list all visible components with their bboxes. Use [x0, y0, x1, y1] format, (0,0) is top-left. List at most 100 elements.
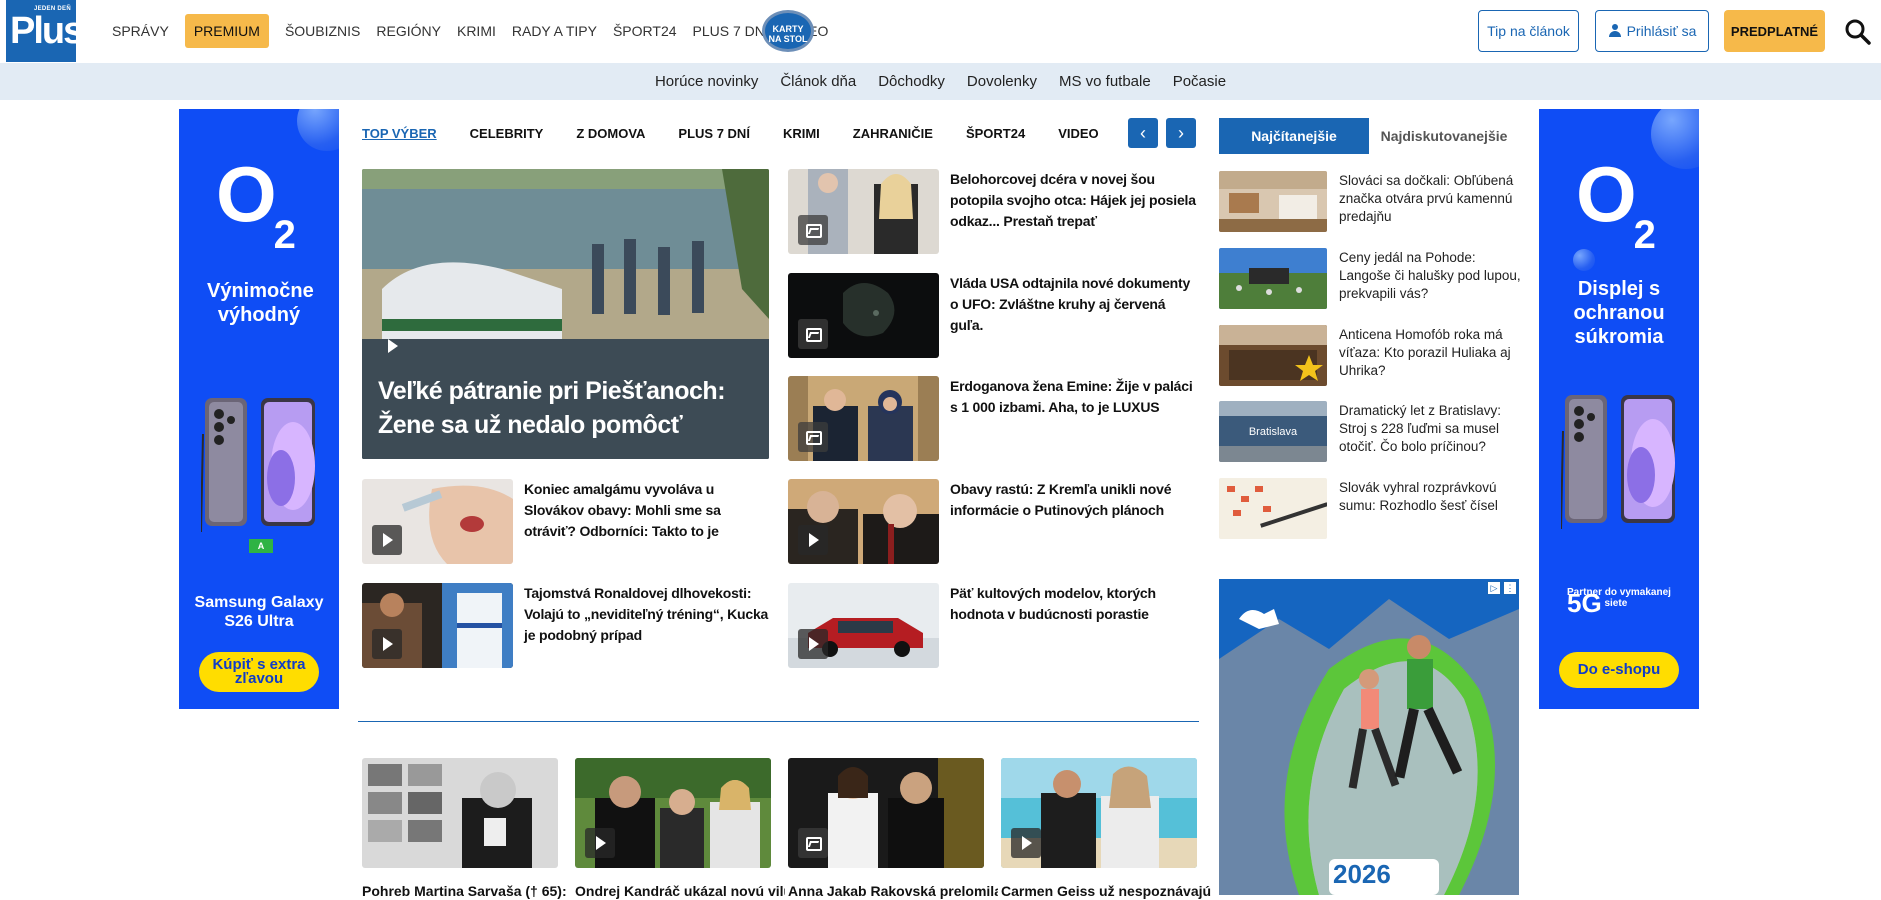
ad-right-o2[interactable]: O2 Displej s ochranou súkromia Partner d… — [1539, 109, 1699, 709]
subnav-clanok-dna[interactable]: Článok dňa — [780, 73, 856, 90]
nav-krimi[interactable]: KRIMI — [457, 23, 496, 39]
nav-sport24[interactable]: ŠPORT24 — [613, 23, 677, 39]
video-badge-icon — [1011, 828, 1041, 858]
article-title: Pohreb Martina Sarvaša († 65): — [362, 883, 567, 899]
video-badge-icon — [372, 629, 402, 659]
subnav-pocasie[interactable]: Počasie — [1173, 73, 1226, 90]
nav-spravy[interactable]: SPRÁVY — [112, 23, 169, 39]
article-title: Belohorcovej dcéra v novej šou potopila … — [950, 171, 1196, 229]
sidebar-article[interactable]: Slováci sa dočkali: Obľúbená značka otvá… — [1219, 171, 1519, 237]
tab-sport24[interactable]: ŠPORT24 — [966, 126, 1025, 141]
video-badge-icon — [585, 828, 615, 858]
category-tabs: TOP VÝBER CELEBRITY Z DOMOVA PLUS 7 DNÍ … — [362, 122, 1132, 144]
airport-sign-text: Bratislava — [1249, 426, 1298, 438]
article-card[interactable]: Koniec amalgámu vyvoláva u Slovákov obav… — [362, 479, 772, 569]
article-title: Anna Jakab Rakovská prelomila — [788, 883, 998, 899]
subscribe-button[interactable]: PREDPLATNÉ — [1724, 10, 1825, 52]
subnav-ms-vo-futbale[interactable]: MS vo futbale — [1059, 73, 1151, 90]
ad-partner-5g: Partner do vymakanej 5G siete — [1567, 587, 1671, 618]
tab-z-domova[interactable]: Z DOMOVA — [576, 126, 645, 141]
article-card[interactable]: Tajomstvá Ronaldovej dlhovekosti: Volajú… — [362, 583, 772, 673]
sidebar-thumb: Bratislava — [1219, 401, 1327, 462]
karty-na-stol-logo[interactable]: KARTY NA STOL — [762, 10, 814, 52]
ad-bubble — [1651, 109, 1699, 169]
gallery-icon — [798, 215, 828, 245]
user-icon — [1608, 24, 1622, 38]
sidebar-article-title: Slovák vyhral rozprávkovú sumu: Rozhodlo… — [1339, 480, 1498, 513]
subnav-horuce-novinky[interactable]: Horúce novinky — [655, 73, 758, 90]
article-title: Päť kultových modelov, ktorých hodnota v… — [950, 585, 1156, 622]
ad-running-banner[interactable]: ▷ ⋮ 2026 — [1219, 579, 1519, 895]
o2-logo: O2 — [216, 150, 296, 257]
article-title: Obavy rastú: Z Kremľa unikli nové inform… — [950, 481, 1172, 518]
nav-soubiznis[interactable]: ŠOUBIZNIS — [285, 23, 360, 39]
article-title: Koniec amalgámu vyvoláva u Slovákov obav… — [524, 481, 721, 539]
video-badge-icon — [372, 525, 402, 555]
energy-label: A — [249, 539, 273, 553]
phone-image — [1561, 395, 1675, 530]
sidebar-article[interactable]: Ceny jedál na Pohode: Langoše či halušky… — [1219, 248, 1521, 314]
ad-cta-button[interactable]: Kúpiť s extra zľavou — [199, 652, 319, 692]
article-card[interactable]: Päť kultových modelov, ktorých hodnota v… — [788, 583, 1198, 673]
sidebar-article-title: Slováci sa dočkali: Obľúbená značka otvá… — [1339, 173, 1514, 224]
search-icon[interactable] — [1845, 19, 1871, 45]
tab-najcitanejsie[interactable]: Najčítanejšie — [1219, 118, 1369, 154]
site-header: JEDEN DEŇ Plus SPRÁVY PREMIUM ŠOUBIZNIS … — [0, 0, 1881, 63]
sidebar-thumb — [1219, 478, 1327, 539]
article-thumb — [362, 758, 558, 868]
article-card[interactable]: Belohorcovej dcéra v novej šou potopila … — [788, 169, 1198, 259]
ad-product-name: Samsung Galaxy S26 Ultra — [194, 594, 324, 630]
sub-nav: Horúce novinky Článok dňa Dôchodky Dovol… — [0, 63, 1881, 100]
ad-bubble — [297, 109, 339, 151]
ad-bubble — [1573, 249, 1595, 271]
tab-top-vyber[interactable]: TOP VÝBER — [362, 126, 437, 141]
tab-celebrity[interactable]: CELEBRITY — [470, 126, 544, 141]
video-badge-icon — [798, 525, 828, 555]
tab-video[interactable]: VIDEO — [1058, 126, 1098, 141]
login-label: Prihlásiť sa — [1626, 23, 1697, 39]
nav-regiony[interactable]: REGIÓNY — [376, 23, 441, 39]
article-card[interactable]: Vláda USA odtajnila nové dokumenty o UFO… — [788, 273, 1198, 363]
subnav-dovolenky[interactable]: Dovolenky — [967, 73, 1037, 90]
sidebar-article-title: Ceny jedál na Pohode: Langoše či halušky… — [1339, 250, 1521, 301]
article-title: Erdoganova žena Emine: Žije v paláci s 1… — [950, 378, 1193, 415]
sidebar-article[interactable]: Bratislava Dramatický let z Bratislavy: … — [1219, 401, 1519, 467]
tip-button[interactable]: Tip na článok — [1478, 10, 1579, 52]
nav-plus-7-dni[interactable]: PLUS 7 DNÍ — [693, 23, 769, 39]
ad-headline: Výnimočne výhodný — [207, 280, 314, 326]
login-button[interactable]: Prihlásiť sa — [1595, 10, 1709, 52]
feature-article[interactable]: Veľké pátranie pri Piešťanoch: Žene sa u… — [362, 169, 769, 459]
sidebar-article[interactable]: Slovák vyhral rozprávkovú sumu: Rozhodlo… — [1219, 478, 1519, 544]
tab-najdiskutovanejsie[interactable]: Najdiskutovanejšie — [1369, 118, 1519, 154]
sidebar-thumb — [1219, 171, 1327, 232]
logo-text: Plus — [10, 10, 84, 52]
gallery-icon — [798, 422, 828, 452]
running-ad-image — [1219, 579, 1519, 895]
nav-rady-a-tipy[interactable]: RADY A TIPY — [512, 23, 597, 39]
sidebar-tabs: Najčítanejšie Najdiskutovanejšie — [1219, 118, 1519, 155]
ad-cta-button[interactable]: Do e-shopu — [1559, 652, 1679, 688]
ad-left-o2[interactable]: O2 Výnimočne výhodný A Samsung Galaxy S2… — [179, 109, 339, 709]
tab-zahranicie[interactable]: ZAHRANIČIE — [853, 126, 933, 141]
main-nav: SPRÁVY PREMIUM ŠOUBIZNIS REGIÓNY KRIMI R… — [104, 0, 836, 62]
article-card[interactable]: Erdoganova žena Emine: Žije v paláci s 1… — [788, 376, 1198, 466]
video-badge-icon — [377, 331, 407, 361]
next-arrow-button[interactable]: › — [1166, 118, 1196, 148]
article-title: Vláda USA odtajnila nové dokumenty o UFO… — [950, 275, 1191, 333]
sidebar-article-title: Dramatický let z Bratislavy: Stroj s 228… — [1339, 403, 1502, 454]
ad-year: 2026 — [1333, 859, 1391, 889]
sidebar-article[interactable]: Anticena Homofób roka má víťaza: Kto por… — [1219, 325, 1519, 391]
article-card[interactable]: Obavy rastú: Z Kremľa unikli nové inform… — [788, 479, 1198, 569]
phone-image — [201, 398, 315, 533]
tab-krimi[interactable]: KRIMI — [783, 126, 820, 141]
nav-premium[interactable]: PREMIUM — [184, 14, 269, 48]
prev-arrow-button[interactable]: ‹ — [1128, 118, 1158, 148]
subnav-dochodky[interactable]: Dôchodky — [878, 73, 945, 90]
gallery-icon — [798, 828, 828, 858]
sidebar-thumb — [1219, 325, 1327, 386]
o2-logo: O2 — [1576, 150, 1656, 257]
article-title: Carmen Geiss už nespoznávajú — [1001, 883, 1211, 899]
site-logo[interactable]: JEDEN DEŇ Plus — [6, 0, 84, 62]
ad-choices-icon[interactable]: ▷ ⋮ — [1487, 581, 1517, 595]
tab-plus-7-dni[interactable]: PLUS 7 DNÍ — [678, 126, 750, 141]
